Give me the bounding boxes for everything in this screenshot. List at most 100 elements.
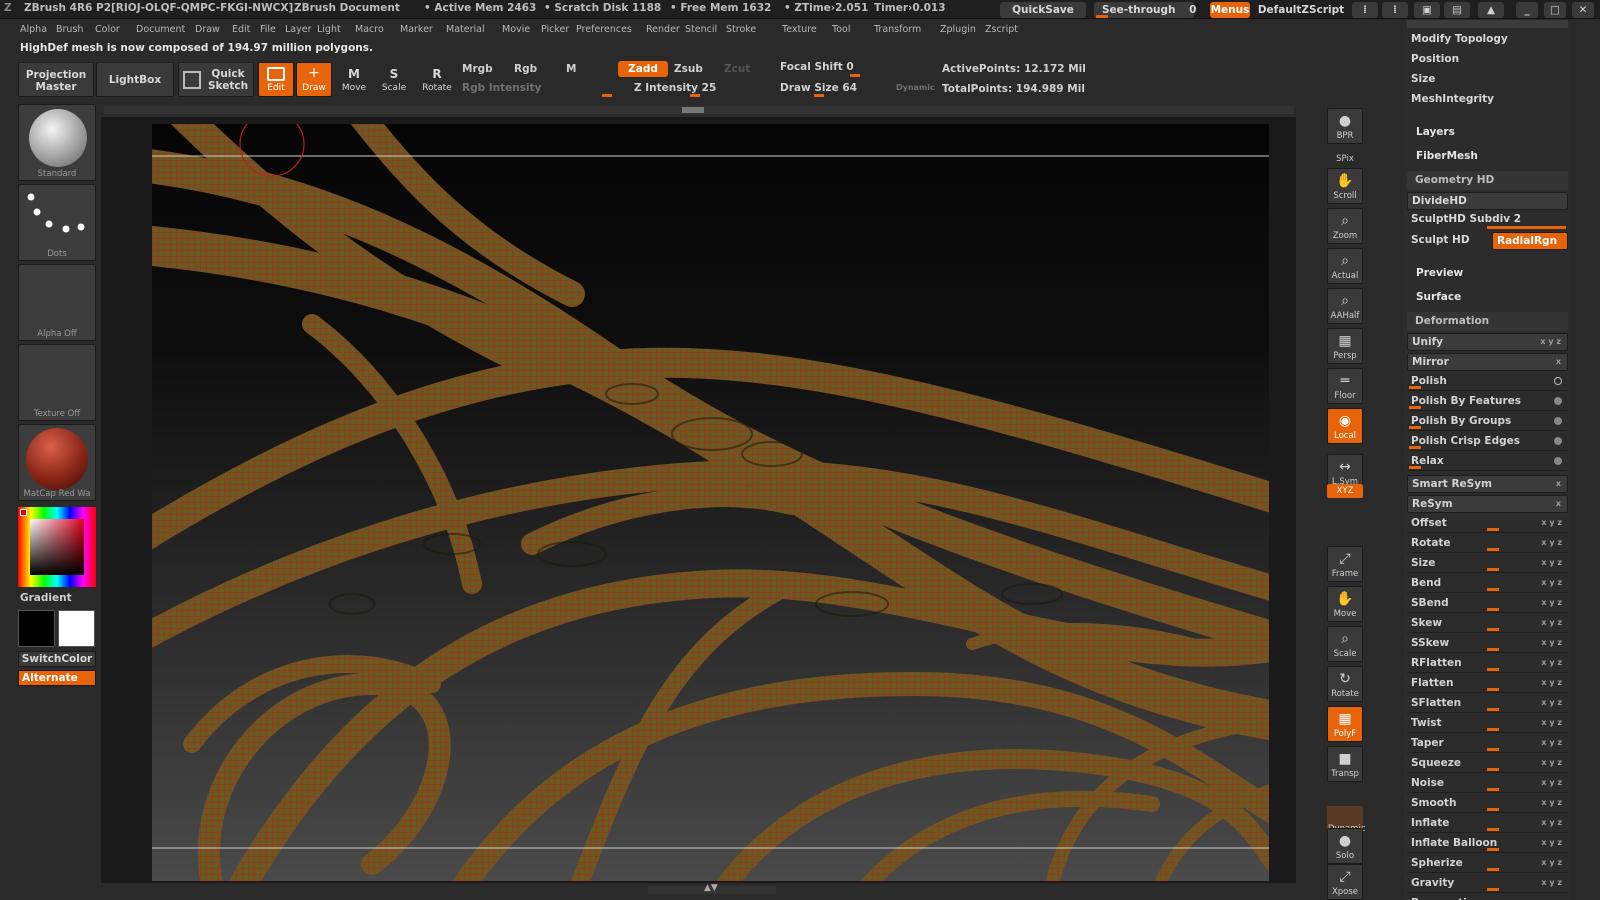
deformation-noise[interactable]: Noise x y z [1407,775,1568,793]
lock-icon[interactable]: ▲ [1478,2,1504,18]
horizontal-scrollbar[interactable] [104,106,1294,114]
axis-toggle-icon[interactable]: x y z [1541,735,1562,751]
polish-toggle-icon[interactable] [1554,417,1562,425]
palette-left-icon[interactable]: ⁞ [1352,2,1378,18]
transp-button[interactable]: ■ Transp [1327,746,1363,782]
main-color-swatch[interactable] [58,610,95,647]
axis-toggle-icon[interactable]: x [1556,476,1561,492]
menu-draw[interactable]: Draw [195,24,220,35]
axis-toggle-icon[interactable]: x y z [1541,555,1562,571]
deformation-sskew[interactable]: SSkew x y z [1407,635,1568,653]
axis-toggle-icon[interactable]: x y z [1541,575,1562,591]
axis-toggle-icon[interactable]: x [1556,496,1561,512]
edit-button[interactable]: Edit [258,62,294,97]
deformation-twist[interactable]: Twist x y z [1407,715,1568,733]
deformation-sflatten[interactable]: SFlatten x y z [1407,695,1568,713]
geometry-hd-header[interactable]: Geometry HD [1407,171,1568,190]
mrgb-button[interactable]: Mrgb [462,63,493,75]
menu-stroke[interactable]: Stroke [726,24,756,35]
sculpthd-subdiv-slider[interactable]: SculptHD Subdiv 2 [1407,211,1568,229]
deformation-sbend[interactable]: SBend x y z [1407,595,1568,613]
actual-button[interactable]: ⌕ Actual [1327,248,1363,284]
xyz-button[interactable]: XYZ [1327,484,1363,498]
menu-edit[interactable]: Edit [232,24,250,35]
deformation-size[interactable]: Size x y z [1407,555,1568,573]
axis-toggle-icon[interactable]: x y z [1541,835,1562,851]
axis-toggle-icon[interactable]: x y z [1541,815,1562,831]
menu-transform[interactable]: Transform [874,24,921,35]
axis-toggle-icon[interactable]: x y z [1541,855,1562,871]
axis-toggle-icon[interactable]: x y z [1541,695,1562,711]
meshintegrity-button[interactable]: MeshIntegrity [1407,91,1568,109]
preview-subpalette[interactable]: Preview [1416,267,1463,279]
close-icon[interactable]: ✕ [1572,2,1594,18]
deformation-unify[interactable]: Unify x y z [1407,333,1568,351]
menu-light[interactable]: Light [317,24,341,35]
gradient-toggle[interactable]: Gradient [20,592,72,604]
polish-toggle-icon[interactable] [1554,377,1562,385]
frame-button[interactable]: ⤢ Frame [1327,546,1363,582]
menu-file[interactable]: File [260,24,276,35]
axis-toggle-icon[interactable]: x y z [1541,895,1562,900]
spix-button[interactable]: SPix [1327,152,1363,166]
axis-toggle-icon[interactable]: x y z [1541,715,1562,731]
quick-sketch-button[interactable]: Quick Sketch [178,62,254,97]
menu-tool[interactable]: Tool [832,24,850,35]
axis-toggle-icon[interactable]: x y z [1541,875,1562,891]
dividehd-button[interactable]: DivideHD [1407,192,1568,210]
menu-brush[interactable]: Brush [56,24,83,35]
menu-preferences[interactable]: Preferences [576,24,632,35]
move-button[interactable]: M Move [336,62,372,97]
document-canvas[interactable] [152,124,1269,881]
stroke-thumbnail[interactable]: Dots [18,184,96,261]
rotate-button[interactable]: R Rotate [418,62,456,97]
local-button[interactable]: ◉ Local [1327,408,1363,444]
sculpt-hd-button[interactable]: Sculpt HD [1407,232,1483,250]
deformation-flatten[interactable]: Flatten x y z [1407,675,1568,693]
axis-toggle-icon[interactable]: x y z [1541,535,1562,551]
bpr-button[interactable]: ● BPR [1327,108,1363,144]
brush-thumbnail[interactable]: Standard [18,104,96,181]
axis-toggle-icon[interactable]: x y z [1541,755,1562,771]
axis-toggle-icon[interactable]: x y z [1541,655,1562,671]
deformation-resym[interactable]: ReSym x [1407,495,1568,513]
polyf-button[interactable]: ▦ PolyF [1327,706,1363,742]
material-thumbnail[interactable]: MatCap Red Wa [18,424,96,501]
quicksave-button[interactable]: QuickSave [1000,2,1086,18]
deformation-relax[interactable]: Relax [1407,453,1568,471]
alpha-thumbnail[interactable]: Alpha Off [18,264,96,341]
persp-button[interactable]: ▦ Persp [1327,328,1363,364]
scroll-button[interactable]: ✋ Scroll [1327,168,1363,204]
maximize-icon[interactable]: □ [1544,2,1566,18]
axis-toggle-icon[interactable]: x y z [1541,515,1562,531]
menu-movie[interactable]: Movie [502,24,530,35]
alternate-button[interactable]: Alternate [18,670,96,686]
menu-alpha[interactable]: Alpha [20,24,47,35]
modify-topology-button[interactable]: Modify Topology [1407,31,1568,49]
deformation-rflatten[interactable]: RFlatten x y z [1407,655,1568,673]
deformation-polish-by-groups[interactable]: Polish By Groups [1407,413,1568,431]
texture-thumbnail[interactable]: Texture Off [18,344,96,421]
menu-zscript[interactable]: Zscript [985,24,1018,35]
scale-button[interactable]: ⌕ Scale [1327,626,1363,662]
deformation-polish-by-features[interactable]: Polish By Features [1407,393,1568,411]
size-button[interactable]: Size [1407,71,1568,89]
projection-master-button[interactable]: Projection Master [18,62,94,97]
color-picker[interactable] [18,507,96,587]
axis-toggle-icon[interactable]: x y z [1541,775,1562,791]
rgb-intensity-slider[interactable]: Rgb Intensity [462,82,541,94]
m-button[interactable]: M [566,63,576,75]
deformation-gravity[interactable]: Gravity x y z [1407,875,1568,893]
layout2-icon[interactable]: ▤ [1444,2,1470,18]
menu-texture[interactable]: Texture [782,24,817,35]
draw-size-slider[interactable]: Draw Size 64 [780,82,857,94]
xpose-button[interactable]: ⤢ Xpose [1327,864,1363,900]
position-button[interactable]: Position [1407,51,1568,69]
deformation-perspective[interactable]: Perspectivex y z [1407,895,1568,900]
deformation-squeeze[interactable]: Squeeze x y z [1407,755,1568,773]
axis-toggle-icon[interactable]: x [1556,354,1561,370]
z-intensity-slider[interactable]: Z Intensity 25 [634,82,716,94]
layout-icon[interactable]: ▣ [1414,2,1440,18]
layers-subpalette[interactable]: Layers [1416,126,1455,138]
color-square[interactable] [30,519,84,575]
